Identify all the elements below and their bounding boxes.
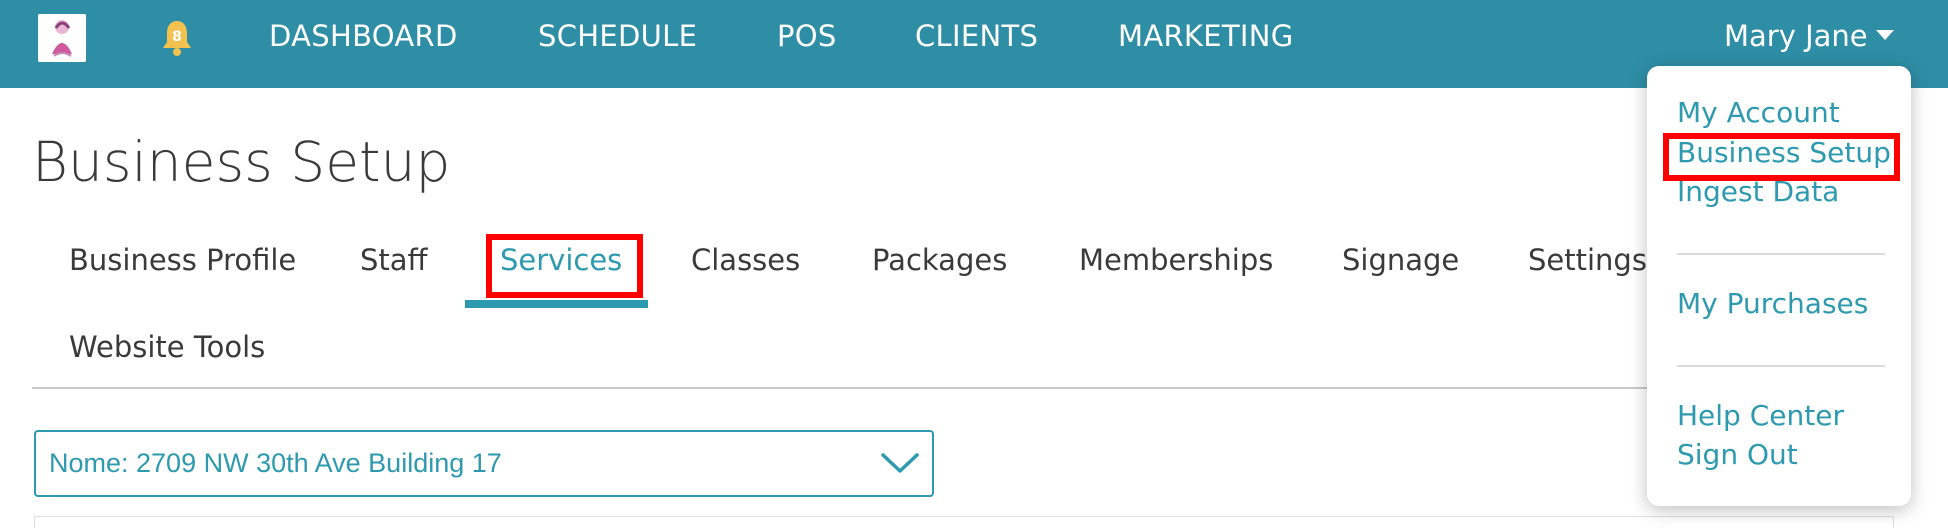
menu-item-my-purchases[interactable]: My Purchases [1677, 284, 1868, 324]
tab-website-tools[interactable]: Website Tools [69, 325, 265, 369]
content-panel [34, 516, 1894, 528]
tab-signage[interactable]: Signage [1342, 238, 1459, 282]
nav-clients[interactable]: CLIENTS [915, 16, 1038, 56]
nav-schedule[interactable]: SCHEDULE [538, 16, 697, 56]
tab-staff[interactable]: Staff [360, 238, 428, 282]
notifications-bell-icon[interactable]: 8 [160, 18, 194, 58]
nav-dashboard[interactable]: DASHBOARD [269, 16, 458, 56]
active-tab-indicator [465, 300, 648, 308]
location-select-value: Nome: 2709 NW 30th Ave Building 17 [49, 448, 502, 478]
tab-packages[interactable]: Packages [872, 238, 1007, 282]
menu-item-help-center[interactable]: Help Center [1677, 396, 1844, 436]
page-title: Business Setup [32, 130, 451, 194]
location-select[interactable]: Nome: 2709 NW 30th Ave Building 17 [34, 430, 934, 497]
tabs-divider [32, 387, 1672, 389]
tab-memberships[interactable]: Memberships [1079, 238, 1273, 282]
notification-count: 8 [172, 29, 182, 45]
salon-logo[interactable] [38, 14, 86, 62]
tab-settings[interactable]: Settings [1528, 238, 1647, 282]
user-dropdown-menu: My Account Business Setup Ingest Data My… [1647, 66, 1911, 506]
caret-down-icon[interactable] [1876, 30, 1894, 40]
chevron-down-icon [881, 453, 919, 473]
menu-item-sign-out[interactable]: Sign Out [1677, 435, 1798, 475]
menu-divider [1677, 253, 1885, 255]
tab-classes[interactable]: Classes [691, 238, 800, 282]
nav-marketing[interactable]: MARKETING [1118, 16, 1293, 56]
tab-business-profile[interactable]: Business Profile [69, 238, 296, 282]
business-setup-highlight-box [1663, 133, 1900, 181]
menu-divider [1677, 365, 1885, 367]
services-tab-highlight-box [486, 234, 643, 298]
user-menu-button[interactable]: Mary Jane [1724, 16, 1868, 56]
menu-item-my-account[interactable]: My Account [1677, 93, 1840, 133]
nav-pos[interactable]: POS [777, 16, 837, 56]
